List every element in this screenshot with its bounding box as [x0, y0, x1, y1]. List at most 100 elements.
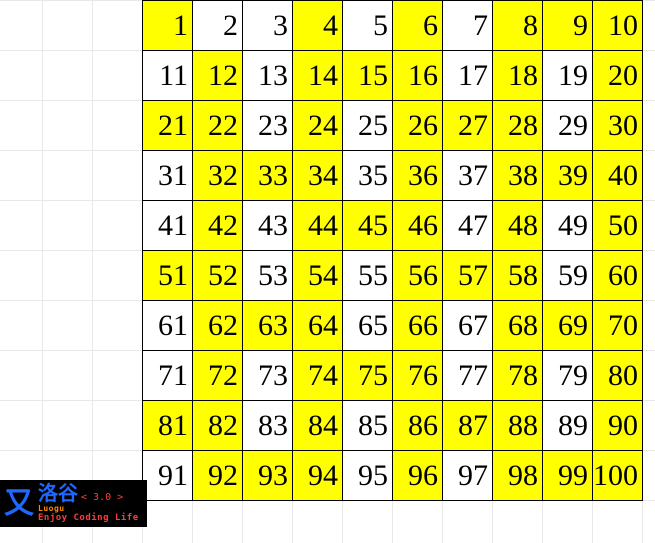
table-row: 81828384858687888990	[143, 401, 643, 451]
number-cell: 89	[543, 401, 593, 451]
luogu-logo-icon: 又	[4, 488, 34, 520]
number-cell: 18	[493, 51, 543, 101]
number-cell: 51	[143, 251, 193, 301]
number-cell: 78	[493, 351, 543, 401]
number-cell: 29	[543, 101, 593, 151]
number-cell: 99	[543, 451, 593, 501]
number-cell: 75	[343, 351, 393, 401]
number-cell: 46	[393, 201, 443, 251]
number-cell: 35	[343, 151, 393, 201]
number-cell: 19	[543, 51, 593, 101]
number-cell: 1	[143, 1, 193, 51]
number-cell: 56	[393, 251, 443, 301]
number-cell: 58	[493, 251, 543, 301]
number-cell: 72	[193, 351, 243, 401]
number-cell: 40	[593, 151, 643, 201]
number-cell: 77	[443, 351, 493, 401]
number-cell: 30	[593, 101, 643, 151]
number-cell: 23	[243, 101, 293, 151]
number-cell: 81	[143, 401, 193, 451]
number-cell: 55	[343, 251, 393, 301]
number-cell: 86	[393, 401, 443, 451]
number-cell: 63	[243, 301, 293, 351]
number-cell: 17	[443, 51, 493, 101]
number-cell: 11	[143, 51, 193, 101]
number-cell: 96	[393, 451, 443, 501]
number-cell: 7	[443, 1, 493, 51]
table-row: 61626364656667686970	[143, 301, 643, 351]
number-cell: 4	[293, 1, 343, 51]
number-cell: 84	[293, 401, 343, 451]
number-cell: 52	[193, 251, 243, 301]
number-cell: 14	[293, 51, 343, 101]
table-row: 71727374757677787980	[143, 351, 643, 401]
number-cell: 26	[393, 101, 443, 151]
number-table: 1234567891011121314151617181920212223242…	[142, 0, 643, 501]
number-cell: 15	[343, 51, 393, 101]
number-cell: 42	[193, 201, 243, 251]
number-cell: 83	[243, 401, 293, 451]
number-cell: 20	[593, 51, 643, 101]
number-cell: 38	[493, 151, 543, 201]
table-row: 12345678910	[143, 1, 643, 51]
number-cell: 73	[243, 351, 293, 401]
number-cell: 98	[493, 451, 543, 501]
number-cell: 76	[393, 351, 443, 401]
table-row: 51525354555657585960	[143, 251, 643, 301]
number-cell: 94	[293, 451, 343, 501]
number-cell: 69	[543, 301, 593, 351]
number-cell: 93	[243, 451, 293, 501]
table-row: 21222324252627282930	[143, 101, 643, 151]
number-cell: 36	[393, 151, 443, 201]
table-row: 41424344454647484950	[143, 201, 643, 251]
number-cell: 41	[143, 201, 193, 251]
number-cell: 39	[543, 151, 593, 201]
number-cell: 48	[493, 201, 543, 251]
brand-version: < 3.0 >	[81, 493, 123, 504]
luogu-watermark: 又 洛谷 < 3.0 > Luogu Enjoy Coding Life	[0, 480, 147, 527]
number-cell: 10	[593, 1, 643, 51]
number-cell: 33	[243, 151, 293, 201]
number-cell: 47	[443, 201, 493, 251]
number-cell: 34	[293, 151, 343, 201]
number-cell: 88	[493, 401, 543, 451]
number-cell: 16	[393, 51, 443, 101]
number-cell: 21	[143, 101, 193, 151]
number-cell: 67	[443, 301, 493, 351]
number-cell: 27	[443, 101, 493, 151]
number-cell: 66	[393, 301, 443, 351]
number-cell: 44	[293, 201, 343, 251]
number-cell: 60	[593, 251, 643, 301]
brand-name-cn: 洛谷	[38, 484, 78, 505]
number-cell: 95	[343, 451, 393, 501]
number-cell: 50	[593, 201, 643, 251]
number-cell: 64	[293, 301, 343, 351]
table-row: 11121314151617181920	[143, 51, 643, 101]
number-cell: 61	[143, 301, 193, 351]
number-cell: 12	[193, 51, 243, 101]
number-cell: 92	[193, 451, 243, 501]
number-cell: 9	[543, 1, 593, 51]
number-cell: 32	[193, 151, 243, 201]
number-cell: 79	[543, 351, 593, 401]
number-cell: 37	[443, 151, 493, 201]
number-cell: 24	[293, 101, 343, 151]
number-cell: 6	[393, 1, 443, 51]
number-cell: 13	[243, 51, 293, 101]
number-cell: 100	[593, 451, 643, 501]
number-cell: 31	[143, 151, 193, 201]
number-cell: 80	[593, 351, 643, 401]
number-cell: 62	[193, 301, 243, 351]
number-cell: 45	[343, 201, 393, 251]
number-cell: 3	[243, 1, 293, 51]
number-cell: 43	[243, 201, 293, 251]
number-cell: 71	[143, 351, 193, 401]
number-cell: 85	[343, 401, 393, 451]
number-cell: 74	[293, 351, 343, 401]
number-cell: 82	[193, 401, 243, 451]
number-cell: 28	[493, 101, 543, 151]
number-cell: 68	[493, 301, 543, 351]
table-row: 31323334353637383940	[143, 151, 643, 201]
number-cell: 54	[293, 251, 343, 301]
number-cell: 8	[493, 1, 543, 51]
